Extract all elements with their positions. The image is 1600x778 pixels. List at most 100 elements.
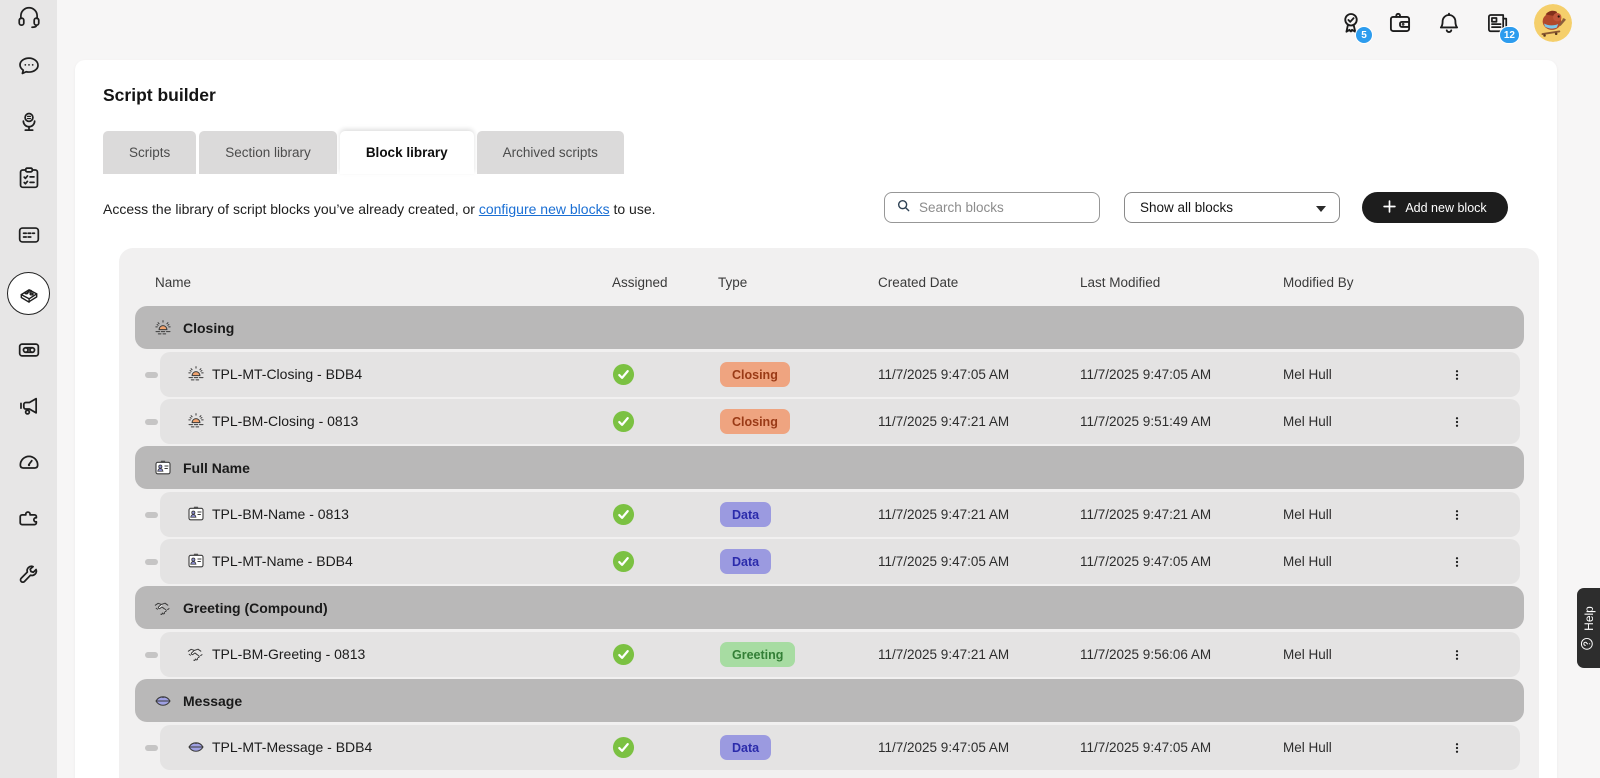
tab-label: Archived scripts [502, 145, 598, 160]
search-blocks-field[interactable] [884, 192, 1100, 223]
search-input[interactable] [919, 200, 1089, 215]
id-card-icon [153, 458, 173, 478]
sunset-icon [186, 411, 206, 431]
row-menu-button[interactable] [1443, 501, 1471, 529]
sidebar-item-wrench[interactable] [0, 553, 57, 595]
plus-icon [1383, 199, 1397, 216]
table-row[interactable]: TPL-MT-Message - BDB4 Data 11/7/2025 9:47:… [145, 725, 1520, 770]
script-builder-card: Script builder Scripts Section library Blo… [75, 60, 1557, 778]
sunset-icon [186, 364, 206, 384]
row-menu-button[interactable] [1443, 641, 1471, 669]
puzzle-icon [16, 505, 42, 531]
award-button[interactable]: 5 [1338, 10, 1373, 44]
filter-dropdown[interactable]: Show all blocks [1124, 192, 1340, 223]
topbar: 5 12 [1338, 3, 1572, 44]
modified-by: Mel Hull [1283, 740, 1332, 755]
drag-handle-icon[interactable] [145, 419, 158, 425]
notification-badge: 5 [1355, 26, 1373, 44]
table-row[interactable]: TPL-BM-Greeting - 0813 Greeting 11/7/2025 … [145, 632, 1520, 677]
configure-new-blocks-link[interactable]: configure new blocks [479, 201, 610, 217]
cassette-icon [16, 337, 42, 363]
tab-block-library[interactable]: Block library [339, 131, 474, 174]
assigned-check-icon [612, 550, 635, 573]
handshake-icon [186, 644, 206, 664]
drag-handle-icon[interactable] [145, 372, 158, 378]
modified-by: Mel Hull [1283, 507, 1332, 522]
chat-icon [16, 53, 42, 79]
drag-handle-icon[interactable] [145, 512, 158, 518]
sidebar-item-chat-panel[interactable] [0, 214, 57, 256]
sidebar-item-brick[interactable] [7, 272, 50, 315]
page: 5 12 Script builder Scripts Section librar… [0, 0, 1600, 778]
created-date: 11/7/2025 9:47:21 AM [878, 647, 1010, 662]
assigned-check-icon [612, 643, 635, 666]
table-row[interactable]: TPL-MT-Name - BDB4 Data 11/7/2025 9:47:05 … [145, 539, 1520, 584]
group-header-message[interactable]: Message [135, 679, 1524, 722]
news-button[interactable]: 12 [1485, 10, 1520, 44]
tab-scripts[interactable]: Scripts [103, 131, 197, 174]
row-menu-button[interactable] [1443, 361, 1471, 389]
wrench-icon [16, 561, 42, 587]
row-menu-button[interactable] [1443, 734, 1471, 762]
modified-by: Mel Hull [1283, 414, 1332, 429]
table-header: Name Assigned Type Created Date Last Modifie… [119, 248, 1539, 306]
block-name: TPL-BM-Closing - 0813 [212, 413, 359, 429]
question-circle-icon [1581, 636, 1597, 650]
drag-handle-icon[interactable] [145, 745, 158, 751]
tab-label: Scripts [129, 145, 171, 160]
last-modified: 11/7/2025 9:47:05 AM [1080, 554, 1212, 569]
type-badge: Data [720, 549, 772, 574]
chevron-down-icon [1316, 200, 1326, 215]
table-row[interactable]: TPL-MT-Closing - BDB4 Closing 11/7/2025 9:… [145, 352, 1520, 397]
created-date: 11/7/2025 9:47:05 AM [878, 367, 1010, 382]
sidebar-item-cassette[interactable] [0, 329, 57, 371]
group-header-closing[interactable]: Closing [135, 306, 1524, 349]
row-menu-button[interactable] [1443, 408, 1471, 436]
row-menu-button[interactable] [1443, 548, 1471, 576]
modified-by: Mel Hull [1283, 647, 1332, 662]
tab-section-library[interactable]: Section library [199, 131, 337, 174]
table-row[interactable]: TPL-BM-Name - 0813 Data 11/7/2025 9:47:21 … [145, 492, 1520, 537]
table-body: Closing TPL-MT-Closing - BDB4 Closing 11/7/… [119, 306, 1539, 770]
last-modified: 11/7/2025 9:47:05 AM [1080, 367, 1212, 382]
drag-handle-icon[interactable] [145, 559, 158, 565]
last-modified: 11/7/2025 9:51:49 AM [1080, 414, 1212, 429]
created-date: 11/7/2025 9:47:05 AM [878, 740, 1010, 755]
group-name: Full Name [183, 459, 250, 476]
block-name: TPL-BM-Name - 0813 [212, 506, 349, 522]
sidebar-item-headset[interactable] [0, 0, 57, 38]
gauge-icon [16, 449, 42, 475]
table-row[interactable]: TPL-BM-Closing - 0813 Closing 11/7/2025 9:… [145, 399, 1520, 444]
add-new-block-button[interactable]: Add new block [1362, 192, 1508, 223]
sidebar-item-gauge[interactable] [0, 441, 57, 483]
group-header-full-name[interactable]: Full Name [135, 446, 1524, 489]
column-header-last-modified: Last Modified [1080, 275, 1161, 290]
block-name: TPL-MT-Closing - BDB4 [212, 366, 363, 382]
sidebar-item-microphone[interactable] [0, 101, 57, 143]
drag-handle-icon[interactable] [145, 652, 158, 658]
group-header-greeting-compound[interactable]: Greeting (Compound) [135, 586, 1524, 629]
megaphone-icon [16, 393, 42, 419]
sidebar-item-chat[interactable] [0, 45, 57, 87]
wallet-icon [1387, 10, 1413, 36]
help-tab[interactable]: Help [1577, 588, 1600, 668]
id-card-icon [186, 551, 206, 571]
modified-by: Mel Hull [1283, 367, 1332, 382]
search-icon [895, 199, 912, 218]
microphone-icon [16, 109, 42, 135]
bell-icon [1436, 10, 1462, 36]
bell-button[interactable] [1436, 10, 1462, 36]
blocks-table: Name Assigned Type Created Date Last Modifie… [119, 248, 1539, 778]
created-date: 11/7/2025 9:47:05 AM [878, 554, 1010, 569]
wallet-button[interactable] [1387, 10, 1413, 36]
sidebar-item-puzzle[interactable] [0, 497, 57, 539]
tab-archived-scripts[interactable]: Archived scripts [476, 131, 624, 174]
column-header-created-date: Created Date [878, 275, 959, 290]
notification-badge: 12 [1498, 26, 1520, 44]
avatar[interactable] [1534, 4, 1572, 42]
caret-down-icon [1316, 200, 1326, 215]
sidebar-item-checklist[interactable] [0, 157, 57, 199]
type-badge: Closing [720, 409, 790, 434]
type-badge: Data [720, 735, 772, 760]
sidebar-item-megaphone[interactable] [0, 385, 57, 427]
